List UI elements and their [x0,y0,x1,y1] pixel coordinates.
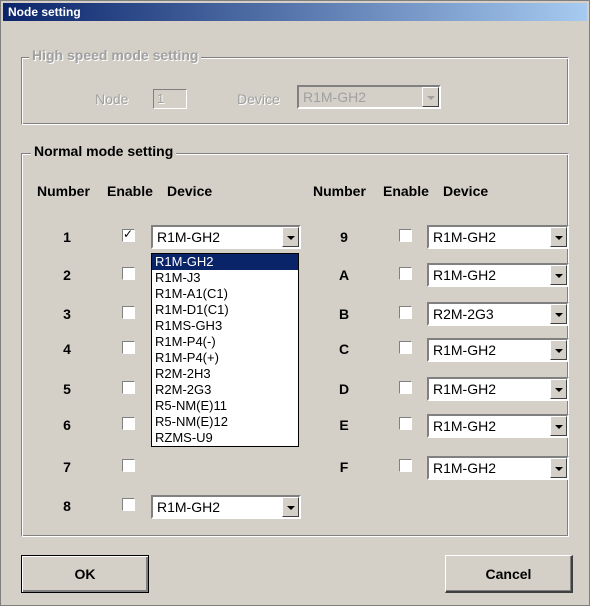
device-select-d[interactable]: R1M-GH2 [427,377,569,401]
device-dropdown-list[interactable]: R1M-GH2 R1M-J3 R1M-A1(C1) R1M-D1(C1) R1M… [151,253,299,447]
title-bar[interactable]: Node setting [3,3,587,21]
enable-checkbox-3[interactable] [122,306,135,319]
dropdown-option[interactable]: R1MS-GH3 [152,318,298,334]
enable-checkbox-9[interactable] [399,229,412,242]
dropdown-option[interactable]: R1M-D1(C1) [152,302,298,318]
header-enable-left: Enable [107,183,153,199]
row-number: 9 [340,229,348,245]
row-number: 5 [63,381,71,397]
row-number: 8 [63,498,71,514]
device-select-8[interactable]: R1M-GH2 [151,495,301,519]
enable-checkbox-c[interactable] [399,341,412,354]
chevron-down-icon[interactable] [550,304,567,324]
chevron-down-icon [422,87,439,107]
dropdown-option[interactable]: R2M-2G3 [152,382,298,398]
header-number-left: Number [37,183,90,199]
row-number: 3 [63,306,71,322]
enable-checkbox-2[interactable] [122,267,135,280]
device-select-1[interactable]: R1M-GH2 [151,225,301,249]
chevron-down-icon[interactable] [282,227,299,247]
device-value: R1M-GH2 [157,499,221,515]
device-select-b[interactable]: R2M-2G3 [427,302,569,326]
enable-checkbox-d[interactable] [399,381,412,394]
dropdown-option[interactable]: R1M-P4(-) [152,334,298,350]
enable-checkbox-a[interactable] [399,267,412,280]
device-label: Device [237,91,280,107]
window-title: Node setting [8,5,81,19]
enable-checkbox-f[interactable] [399,459,412,472]
enable-checkbox-5[interactable] [122,381,135,394]
dropdown-option[interactable]: R5-NM(E)12 [152,414,298,430]
row-number: 4 [63,341,71,357]
row-number: D [338,381,350,397]
chevron-down-icon[interactable] [550,458,567,478]
device-value: R1M-GH2 [157,229,221,245]
device-value: R1M-GH2 [433,381,497,397]
chevron-down-icon[interactable] [550,379,567,399]
row-number: B [338,306,350,322]
row-number: 2 [63,267,71,283]
enable-checkbox-e[interactable] [399,417,412,430]
header-enable-right: Enable [383,183,429,199]
dropdown-option[interactable]: R1M-GH2 [152,254,298,270]
device-value: R1M-GH2 [433,418,497,434]
dropdown-option[interactable]: R2M-2H3 [152,366,298,382]
enable-checkbox-6[interactable] [122,417,135,430]
row-number: 6 [63,417,71,433]
device-value: R1M-GH2 [433,460,497,476]
chevron-down-icon[interactable] [550,416,567,436]
high-speed-legend: High speed mode setting [29,47,202,63]
dropdown-option[interactable]: R5-NM(E)11 [152,398,298,414]
high-speed-device-value: R1M-GH2 [303,89,367,105]
checkmark-icon: ✓ [123,227,134,241]
node-label: Node [95,91,129,107]
header-device-left: Device [167,183,213,199]
chevron-down-icon[interactable] [550,265,567,285]
row-number: 1 [63,229,71,245]
row-number: F [339,459,349,475]
row-number: C [338,341,350,357]
normal-mode-legend: Normal mode setting [31,143,177,159]
device-value: R2M-2G3 [433,306,494,322]
enable-checkbox-b[interactable] [399,306,412,319]
row-number: A [338,267,350,283]
cancel-button[interactable]: Cancel [445,555,573,593]
dropdown-option[interactable]: RZMS-U9 [152,430,298,446]
dropdown-option[interactable]: R1M-A1(C1) [152,286,298,302]
device-value: R1M-GH2 [433,267,497,283]
device-value: R1M-GH2 [433,229,497,245]
device-select-f[interactable]: R1M-GH2 [427,456,569,480]
dropdown-option[interactable]: R1M-J3 [152,270,298,286]
dropdown-option[interactable]: R1M-P4(+) [152,350,298,366]
node-setting-dialog: Node setting High speed mode setting Nod… [0,0,590,606]
device-select-c[interactable]: R1M-GH2 [427,338,569,362]
ok-button[interactable]: OK [21,555,149,593]
row-number: E [339,417,349,433]
header-number-right: Number [313,183,366,199]
enable-checkbox-8[interactable] [122,498,135,511]
device-select-a[interactable]: R1M-GH2 [427,263,569,287]
chevron-down-icon[interactable] [550,227,567,247]
enable-checkbox-4[interactable] [122,341,135,354]
enable-checkbox-1[interactable]: ✓ [122,227,135,242]
chevron-down-icon[interactable] [550,340,567,360]
device-select-e[interactable]: R1M-GH2 [427,414,569,438]
header-device-right: Device [443,183,489,199]
node-field: 1 [153,89,187,109]
device-select-9[interactable]: R1M-GH2 [427,225,569,249]
chevron-down-icon[interactable] [282,497,299,517]
row-number: 7 [63,459,71,475]
enable-checkbox-7[interactable] [122,459,135,472]
device-value: R1M-GH2 [433,342,497,358]
high-speed-device-select: R1M-GH2 [297,85,441,109]
